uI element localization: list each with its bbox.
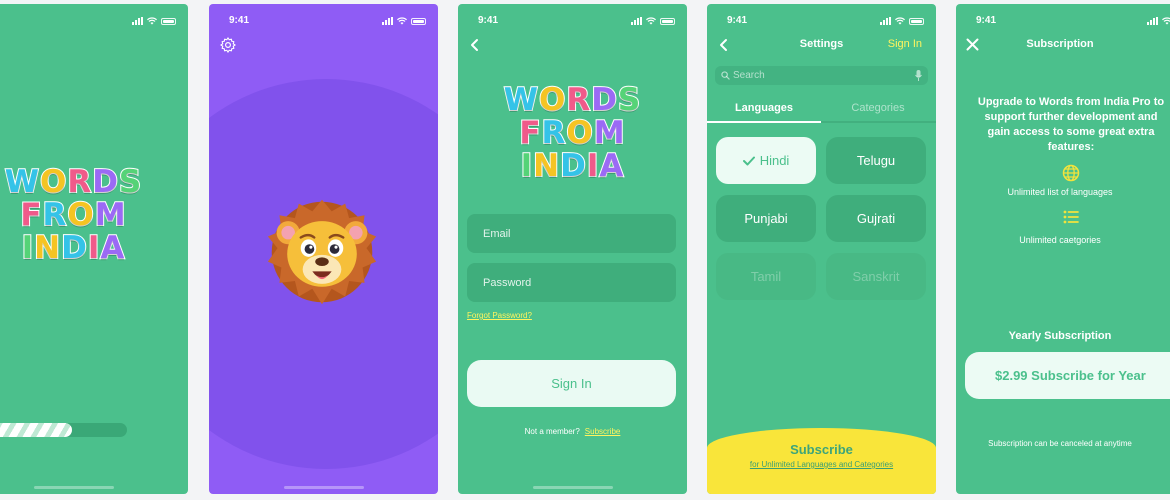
splash-screen: WORDS FROM INDIA [0, 4, 188, 494]
language-label: Punjabi [744, 211, 788, 226]
signal-icon [1147, 17, 1158, 25]
app-logo: WORDS FROM INDIA [503, 82, 642, 184]
signal-icon [382, 17, 393, 25]
search-input[interactable]: Search [715, 66, 928, 85]
language-option-sanskrit[interactable]: Sanskrit [826, 253, 926, 300]
language-label: Sanskrit [852, 269, 900, 284]
loading-progress-bar [0, 423, 127, 437]
app-logo: WORDS FROM INDIA [4, 164, 143, 266]
upgrade-description: Upgrade to Words from India Pro to suppo… [977, 96, 1165, 153]
wifi-icon [646, 17, 656, 25]
feature-languages: Unlimited list of languages [1007, 187, 1113, 197]
sign-in-link[interactable]: Sign In [888, 38, 922, 50]
status-bar: 9:41 [458, 15, 687, 29]
search-icon [721, 71, 730, 80]
feature-categories: Unlimited caetgories [1019, 235, 1101, 245]
battery-icon [909, 17, 924, 25]
status-bar [0, 15, 188, 29]
subscribe-panel[interactable]: Subscribe for Unlimited Languages and Ca… [707, 428, 936, 494]
tab-languages[interactable]: Languages [707, 102, 821, 114]
signal-icon [631, 17, 642, 25]
language-option-tamil[interactable]: Tamil [716, 253, 816, 300]
lion-mascot-icon [267, 199, 377, 305]
status-bar: 9:41 [209, 15, 438, 29]
forgot-password-link[interactable]: Forgot Password? [467, 311, 532, 320]
active-tab-indicator [707, 121, 821, 123]
subscribe-subtitle-link[interactable]: for Unlimited Languages and Categories [707, 460, 936, 469]
plan-label: Yearly Subscription [1008, 330, 1112, 342]
back-chevron-icon[interactable] [468, 38, 482, 52]
home-indicator [283, 486, 364, 489]
subscribe-link[interactable]: Subscribe [585, 427, 621, 436]
subscribe-title: Subscribe [790, 442, 853, 457]
app-screens-showcase: WORDS FROM INDIA 9:41 9:41 WORDS FROM IN… [0, 0, 1170, 500]
email-field[interactable]: Email [467, 214, 676, 253]
language-label: Tamil [750, 269, 782, 284]
not-member-row: Not a member? Subscribe [458, 427, 687, 436]
login-screen: 9:41 WORDS FROM INDIA Email Password For… [458, 4, 687, 494]
language-label: Gujrati [856, 211, 896, 226]
home-indicator [33, 486, 114, 489]
search-placeholder: Search [733, 70, 765, 81]
wifi-icon [1162, 17, 1170, 25]
gear-icon[interactable] [219, 36, 237, 54]
battery-icon [161, 17, 176, 25]
status-bar: 9:41 [956, 15, 1170, 29]
language-option-gujrati[interactable]: Gujrati [826, 195, 926, 242]
mascot-screen: 9:41 [209, 4, 438, 494]
wifi-icon [895, 17, 905, 25]
wifi-icon [147, 17, 157, 25]
subscribe-yearly-button[interactable]: $2.99 Subscribe for Year [965, 352, 1170, 399]
language-option-telugu[interactable]: Telugu [826, 137, 926, 184]
battery-icon [660, 17, 675, 25]
page-title: Subscription [1026, 38, 1094, 50]
sign-in-button[interactable]: Sign In [467, 360, 676, 407]
tab-categories[interactable]: Categories [821, 102, 935, 114]
status-time: 9:41 [976, 15, 997, 26]
signal-icon [880, 17, 891, 25]
wifi-icon [397, 17, 407, 25]
status-bar: 9:41 [707, 15, 936, 29]
settings-screen: 9:41 Settings Sign In Search Languages C… [707, 4, 936, 494]
status-time: 9:41 [229, 15, 250, 26]
password-field[interactable]: Password [467, 263, 676, 302]
microphone-icon[interactable] [915, 70, 922, 81]
not-member-label: Not a member? [524, 427, 580, 436]
globe-icon [1062, 164, 1080, 182]
status-time: 9:41 [478, 15, 499, 26]
language-label: Telugu [856, 153, 896, 168]
home-indicator [532, 486, 613, 489]
language-option-hindi[interactable]: Hindi [716, 137, 816, 184]
checkmark-icon [742, 156, 755, 166]
battery-icon [411, 17, 426, 25]
cancel-note: Subscription can be canceled at anytime [988, 439, 1132, 448]
signal-icon [132, 17, 143, 25]
loading-progress-fill [0, 423, 72, 437]
language-option-punjabi[interactable]: Punjabi [716, 195, 816, 242]
subscription-screen: 9:41 Subscription Upgrade to Words from … [956, 4, 1170, 494]
status-time: 9:41 [727, 15, 748, 26]
tab-underline-track [707, 121, 936, 123]
language-label: Hindi [759, 153, 790, 168]
list-icon [1063, 210, 1079, 224]
